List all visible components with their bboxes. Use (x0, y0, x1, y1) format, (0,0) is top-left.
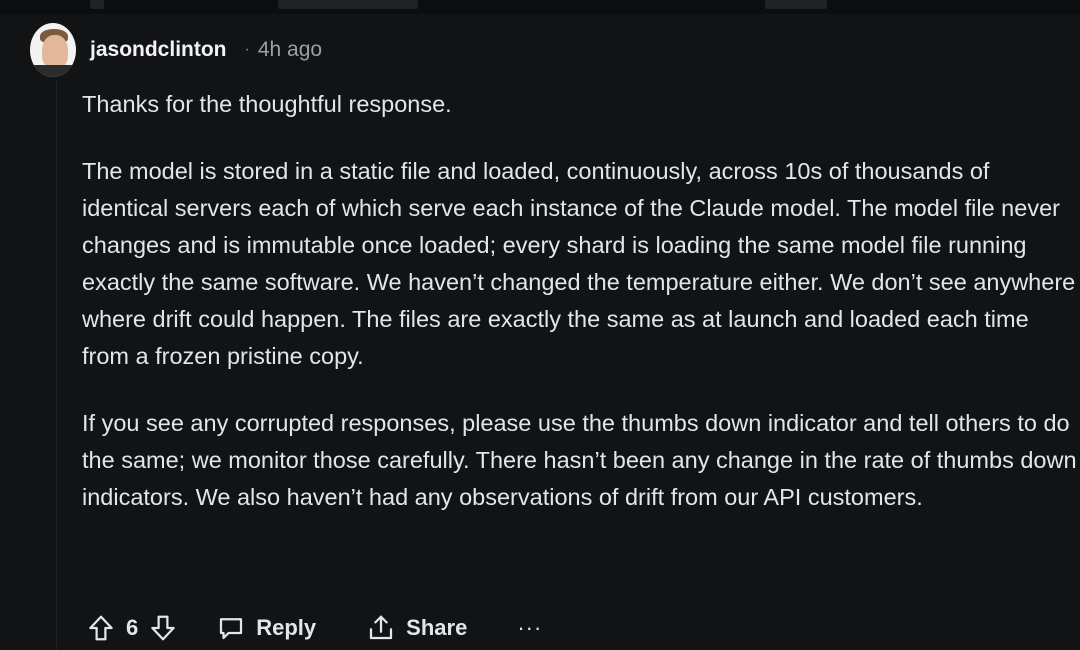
vote-controls: 6 (86, 613, 178, 643)
share-button[interactable]: Share (366, 613, 467, 643)
avatar[interactable] (30, 23, 76, 77)
username[interactable]: jasondclinton (90, 38, 227, 62)
arrow-down-icon[interactable] (148, 613, 178, 643)
comment: jasondclinton · 4h ago Thanks for the th… (0, 0, 1080, 650)
avatar-face (42, 35, 68, 69)
paragraph: Thanks for the thoughtful response. (82, 91, 452, 117)
reply-button[interactable]: Reply (216, 613, 316, 643)
comment-body: Thanks for the thoughtful response. The … (82, 86, 1077, 546)
more-horizontal-icon[interactable]: ··· (517, 615, 542, 641)
share-icon (366, 613, 396, 643)
share-label: Share (406, 615, 468, 640)
comment-header: jasondclinton · 4h ago (30, 22, 322, 78)
vote-count: 6 (126, 615, 139, 640)
avatar-shirt (30, 65, 76, 77)
comment-actions: 6 Reply Share ··· (86, 606, 542, 650)
timestamp[interactable]: 4h ago (258, 38, 322, 62)
speech-bubble-icon (216, 613, 246, 643)
reply-label: Reply (256, 615, 317, 640)
separator-dot: · (244, 41, 250, 58)
arrow-up-icon[interactable] (86, 613, 116, 643)
paragraph: If you see any corrupted responses, plea… (82, 410, 1077, 510)
paragraph: The model is stored in a static file and… (82, 158, 1076, 369)
